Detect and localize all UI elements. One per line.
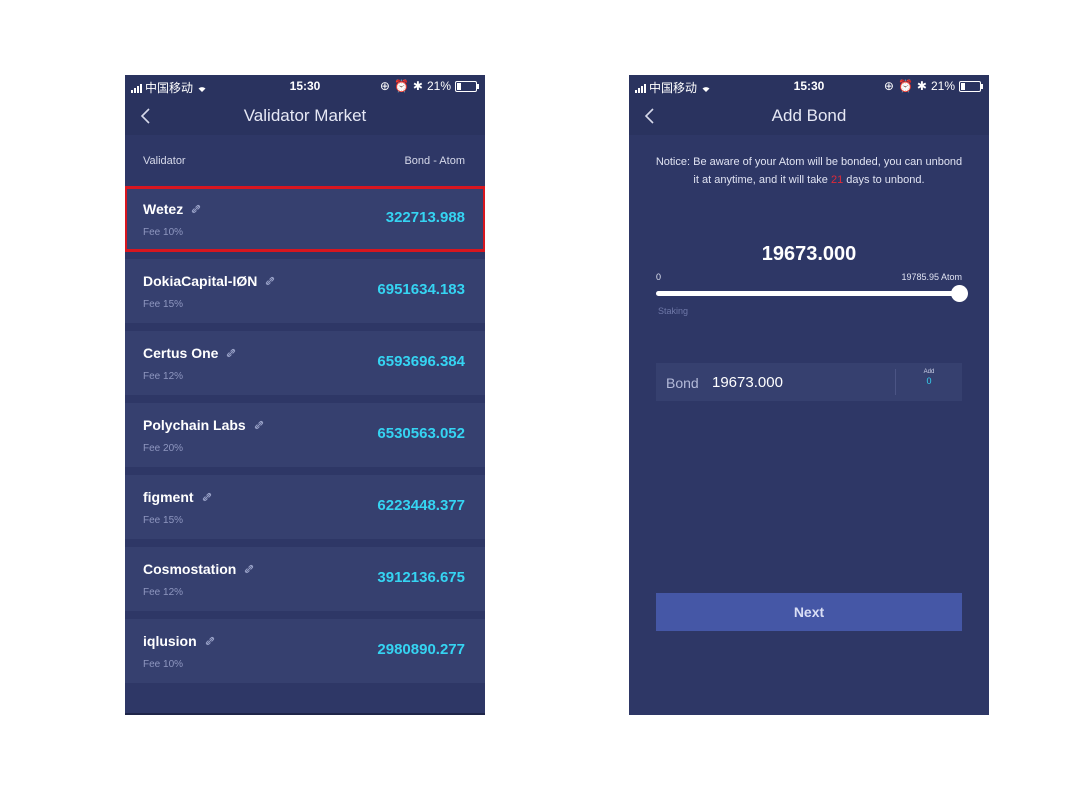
validator-fee: Fee 10%: [143, 227, 184, 238]
status-icons: ⊕ ⏰ ✱ 21%: [883, 79, 983, 93]
validator-name: Cosmostation: [143, 561, 237, 577]
back-chevron-icon[interactable]: [643, 106, 657, 126]
alarm-icon: ⏰: [897, 79, 913, 93]
validator-list: Wetez Fee 10% 322713.988 DokiaCapital-IØN Fe…: [125, 186, 485, 691]
slider-thumb[interactable]: [951, 285, 969, 302]
alarm-icon: ⏰: [393, 79, 409, 93]
slider-range: 0 19785.95 Atom: [656, 272, 962, 282]
validator-name-wrap: Wetez: [143, 201, 201, 217]
validator-name-wrap: figment: [143, 489, 212, 505]
link-icon[interactable]: [244, 564, 254, 574]
rotation-lock-icon: ⊕: [379, 79, 390, 93]
validator-name: iqlusion: [143, 633, 197, 649]
nav-bar: Add Bond: [629, 97, 989, 135]
validator-bond: 322713.988: [385, 209, 465, 226]
status-icons: ⊕ ⏰ ✱ 21%: [379, 79, 479, 93]
page-title: Add Bond: [771, 106, 847, 125]
validator-row[interactable]: DokiaCapital-IØN Fee 15% 6951634.183: [125, 259, 485, 323]
validator-name-wrap: Polychain Labs: [143, 417, 264, 433]
notice-text-end: days to unbond.: [843, 174, 925, 186]
battery-percent: 21%: [930, 79, 955, 93]
list-footer: [125, 713, 485, 715]
bond-amount-display: 19673.000: [761, 243, 857, 265]
validator-row[interactable]: Wetez Fee 10% 322713.988: [125, 186, 485, 252]
back-chevron-icon[interactable]: [139, 106, 153, 126]
add-button[interactable]: Add 0: [896, 369, 962, 386]
validator-name-wrap: Certus One: [143, 345, 236, 361]
link-icon[interactable]: [226, 348, 236, 358]
slider-fill: [656, 291, 961, 296]
staking-label: Staking: [658, 306, 689, 316]
validator-bond: 2980890.277: [377, 641, 465, 658]
validator-bond: 3912136.675: [377, 569, 465, 586]
slider-min-label: 0: [656, 272, 662, 282]
validator-fee: Fee 12%: [143, 371, 184, 382]
add-caption: Add: [923, 369, 935, 375]
bluetooth-icon: ✱: [916, 79, 927, 93]
validator-market-screen: 中国移动 15:30 ⊕ ⏰ ✱ 21% Validator Market Va…: [125, 75, 485, 715]
validator-bond: 6951634.183: [377, 281, 465, 298]
status-bar: 中国移动 15:30 ⊕ ⏰ ✱ 21%: [629, 75, 989, 97]
validator-name: Polychain Labs: [143, 417, 246, 433]
validator-row[interactable]: Certus One Fee 12% 6593696.384: [125, 331, 485, 395]
validator-name: figment: [143, 489, 194, 505]
validator-name: DokiaCapital-IØN: [143, 273, 258, 289]
validator-fee: Fee 10%: [143, 659, 184, 670]
column-bond: Bond - Atom: [404, 155, 465, 167]
status-bar: 中国移动 15:30 ⊕ ⏰ ✱ 21%: [125, 75, 485, 97]
add-bond-screen: 中国移动 15:30 ⊕ ⏰ ✱ 21% Add Bond Notice: Be…: [629, 75, 989, 715]
link-icon[interactable]: [202, 492, 212, 502]
validator-fee: Fee 15%: [143, 515, 184, 526]
link-icon[interactable]: [254, 420, 264, 430]
validator-bond: 6223448.377: [377, 497, 465, 514]
validator-fee: Fee 20%: [143, 443, 184, 454]
bond-input-label: Bond: [666, 375, 699, 391]
bluetooth-icon: ✱: [412, 79, 423, 93]
slider-max-label: 19785.95 Atom: [901, 272, 962, 282]
column-validator: Validator: [143, 155, 186, 167]
validator-row[interactable]: Polychain Labs Fee 20% 6530563.052: [125, 403, 485, 467]
nav-bar: Validator Market: [125, 97, 485, 135]
notice-days: 21: [830, 174, 844, 186]
validator-name-wrap: Cosmostation: [143, 561, 254, 577]
link-icon[interactable]: [205, 636, 215, 646]
link-icon[interactable]: [265, 276, 275, 286]
validator-bond: 6593696.384: [377, 353, 465, 370]
validator-bond: 6530563.052: [377, 425, 465, 442]
next-button[interactable]: Next: [656, 593, 962, 631]
add-value: 0: [926, 376, 932, 386]
validator-row[interactable]: Cosmostation Fee 12% 3912136.675: [125, 547, 485, 611]
link-icon[interactable]: [191, 204, 201, 214]
battery-icon: [959, 80, 983, 92]
rotation-lock-icon: ⊕: [883, 79, 894, 93]
validator-fee: Fee 15%: [143, 299, 184, 310]
battery-icon: [455, 80, 479, 92]
validator-name: Wetez: [143, 201, 184, 217]
validator-row[interactable]: iqlusion Fee 10% 2980890.277: [125, 619, 485, 683]
bond-notice: Notice: Be aware of your Atom will be bo…: [653, 153, 965, 189]
battery-percent: 21%: [426, 79, 451, 93]
validator-name: Certus One: [143, 345, 219, 361]
validator-fee: Fee 12%: [143, 587, 184, 598]
list-header: Validator Bond - Atom: [125, 135, 485, 187]
validator-row[interactable]: figment Fee 15% 6223448.377: [125, 475, 485, 539]
page-title: Validator Market: [243, 106, 367, 125]
validator-name-wrap: iqlusion: [143, 633, 215, 649]
validator-name-wrap: DokiaCapital-IØN: [143, 273, 275, 289]
bond-input-field[interactable]: Bond 19673.000 Add 0: [656, 363, 962, 401]
bond-amount-slider[interactable]: [656, 285, 969, 302]
bond-input-value[interactable]: 19673.000: [712, 374, 783, 391]
